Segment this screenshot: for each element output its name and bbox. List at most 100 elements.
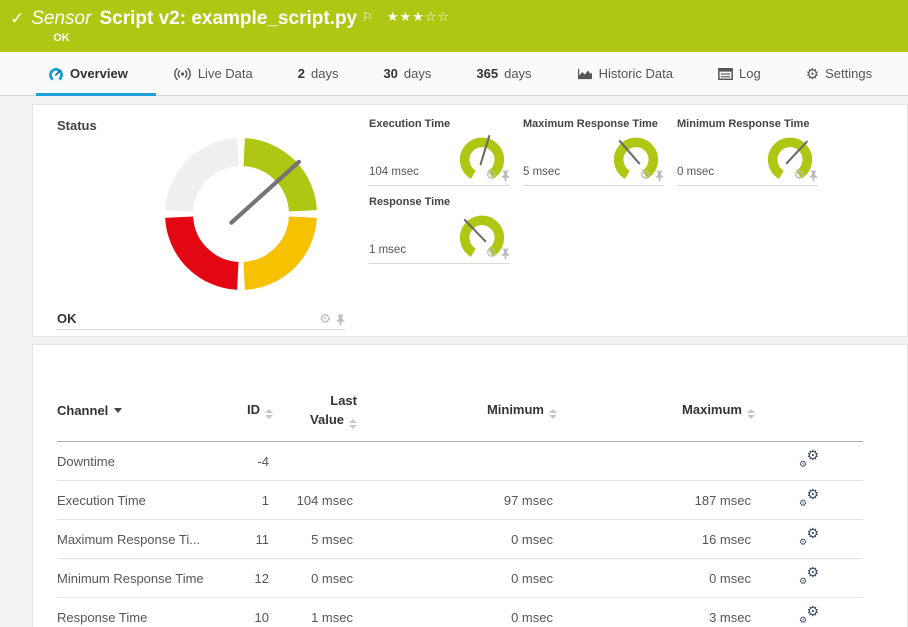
- log-icon: [718, 68, 733, 80]
- gauge-panel-response-time: Response Time 1 msec ⚙: [369, 196, 510, 264]
- tab-365-days[interactable]: 365 days: [476, 52, 531, 95]
- status-gauge-panel: Status OK ⚙: [57, 118, 345, 336]
- tab-label: Settings: [825, 66, 872, 81]
- gauge-value: 0 msec: [677, 166, 714, 178]
- cell-channel: Minimum Response Time: [57, 559, 217, 598]
- gear-icon[interactable]: ⚙: [639, 169, 651, 182]
- cell-maximum: 187 msec: [557, 481, 755, 520]
- pin-icon[interactable]: [809, 170, 818, 182]
- tab-log[interactable]: Log: [718, 52, 761, 95]
- cell-minimum: 0 msec: [357, 598, 557, 627]
- cell-id: 1: [217, 481, 273, 520]
- tab-label: Overview: [70, 66, 128, 81]
- channel-settings-icon[interactable]: ⚙⚙: [799, 489, 819, 508]
- pin-icon[interactable]: [655, 170, 664, 182]
- gauge-panel-maximum-response-time: Maximum Response Time 5 msec ⚙: [523, 118, 664, 186]
- flag-icon[interactable]: ⚐: [362, 5, 373, 29]
- col-header-id[interactable]: ID: [217, 383, 273, 442]
- pin-icon[interactable]: [501, 170, 510, 182]
- sort-icon: [349, 419, 357, 429]
- table-row[interactable]: Minimum Response Time 12 0 msec 0 msec 0…: [57, 559, 863, 598]
- table-row[interactable]: Execution Time 1 104 msec 97 msec 187 ms…: [57, 481, 863, 520]
- cell-minimum: 0 msec: [357, 520, 557, 559]
- channel-settings-icon[interactable]: ⚙⚙: [799, 567, 819, 586]
- tab-overview[interactable]: Overview: [48, 52, 128, 95]
- status-panel-footer: OK ⚙: [57, 311, 345, 330]
- cell-minimum: 0 msec: [357, 559, 557, 598]
- channel-settings-icon[interactable]: ⚙⚙: [799, 528, 819, 547]
- tab-live-data[interactable]: Live Data: [173, 52, 253, 95]
- pin-icon[interactable]: [336, 314, 345, 326]
- cell-minimum: 97 msec: [357, 481, 557, 520]
- overview-panel: Status OK ⚙ Execution Time 104: [32, 104, 908, 337]
- gear-icon[interactable]: ⚙: [485, 169, 497, 182]
- col-header-actions: [755, 383, 863, 442]
- cell-maximum: 16 msec: [557, 520, 755, 559]
- gear-icon: ⚙: [806, 65, 819, 83]
- tab-2-days[interactable]: 2 days: [298, 52, 339, 95]
- table-row[interactable]: Maximum Response Ti... 11 5 msec 0 msec …: [57, 520, 863, 559]
- sensor-status-label: OK: [53, 32, 450, 44]
- status-gauge-dial: [161, 134, 321, 294]
- sensor-title-block: Sensor Script v2: example_script.py ⚐ ★★…: [31, 7, 450, 44]
- cell-last-value: 0 msec: [273, 559, 357, 598]
- status-value: OK: [57, 311, 319, 326]
- sensor-header: ✓ Sensor Script v2: example_script.py ⚐ …: [0, 0, 908, 52]
- gauge-value: 1 msec: [369, 244, 406, 256]
- historic-data-icon: [577, 67, 593, 80]
- cell-last-value: 104 msec: [273, 481, 357, 520]
- sensor-kind-label: Sensor: [31, 7, 91, 31]
- gear-icon[interactable]: ⚙: [793, 169, 805, 182]
- gauge-value: 104 msec: [369, 166, 419, 178]
- gauge-panel-execution-time: Execution Time 104 msec ⚙: [369, 118, 510, 186]
- cell-channel: Maximum Response Ti...: [57, 520, 217, 559]
- status-panel-title: Status: [57, 118, 345, 133]
- sort-desc-icon: [114, 408, 122, 413]
- cell-last-value: [273, 442, 357, 481]
- col-header-last-value[interactable]: Last Value: [273, 383, 357, 442]
- gauge-icon: [48, 66, 64, 82]
- sort-icon: [549, 409, 557, 419]
- cell-channel: Execution Time: [57, 481, 217, 520]
- mini-gauge-grid: Execution Time 104 msec ⚙ Maximum Respon…: [369, 118, 839, 336]
- cell-channel: Response Time: [57, 598, 217, 627]
- live-data-icon: [173, 67, 192, 81]
- col-header-minimum[interactable]: Minimum: [357, 383, 557, 442]
- table-header-row: Channel ID Last Value Minimum Maximum: [57, 383, 863, 442]
- tab-label: Live Data: [198, 66, 253, 81]
- pin-icon[interactable]: [501, 248, 510, 260]
- col-header-maximum[interactable]: Maximum: [557, 383, 755, 442]
- sort-icon: [747, 409, 755, 419]
- tab-historic-data[interactable]: Historic Data: [577, 52, 673, 95]
- gear-icon[interactable]: ⚙: [319, 313, 331, 326]
- col-header-channel[interactable]: Channel: [57, 383, 217, 442]
- cell-last-value: 5 msec: [273, 520, 357, 559]
- cell-maximum: [557, 442, 755, 481]
- priority-stars[interactable]: ★★★☆☆: [387, 6, 450, 30]
- gauge-panel-minimum-response-time: Minimum Response Time 0 msec ⚙: [677, 118, 818, 186]
- gauge-value: 5 msec: [523, 166, 560, 178]
- table-row[interactable]: Downtime -4 ⚙⚙: [57, 442, 863, 481]
- cell-id: 12: [217, 559, 273, 598]
- table-row[interactable]: Response Time 10 1 msec 0 msec 3 msec ⚙⚙: [57, 598, 863, 627]
- channel-settings-icon[interactable]: ⚙⚙: [799, 606, 819, 625]
- cell-id: -4: [217, 442, 273, 481]
- sort-icon: [265, 409, 273, 419]
- cell-maximum: 3 msec: [557, 598, 755, 627]
- cell-last-value: 1 msec: [273, 598, 357, 627]
- tab-settings[interactable]: ⚙ Settings: [806, 52, 872, 95]
- tab-30-days[interactable]: 30 days: [383, 52, 431, 95]
- cell-channel: Downtime: [57, 442, 217, 481]
- tab-label: Log: [739, 66, 761, 81]
- channel-table-panel: Channel ID Last Value Minimum Maximum: [32, 344, 908, 627]
- channel-settings-icon[interactable]: ⚙⚙: [799, 450, 819, 469]
- cell-id: 10: [217, 598, 273, 627]
- status-check-icon: ✓: [10, 9, 24, 29]
- cell-id: 11: [217, 520, 273, 559]
- channel-table: Channel ID Last Value Minimum Maximum: [57, 383, 863, 627]
- sensor-title: Script v2: example_script.py: [99, 7, 357, 31]
- cell-minimum: [357, 442, 557, 481]
- cell-maximum: 0 msec: [557, 559, 755, 598]
- gear-icon[interactable]: ⚙: [485, 247, 497, 260]
- tab-label: Historic Data: [599, 66, 673, 81]
